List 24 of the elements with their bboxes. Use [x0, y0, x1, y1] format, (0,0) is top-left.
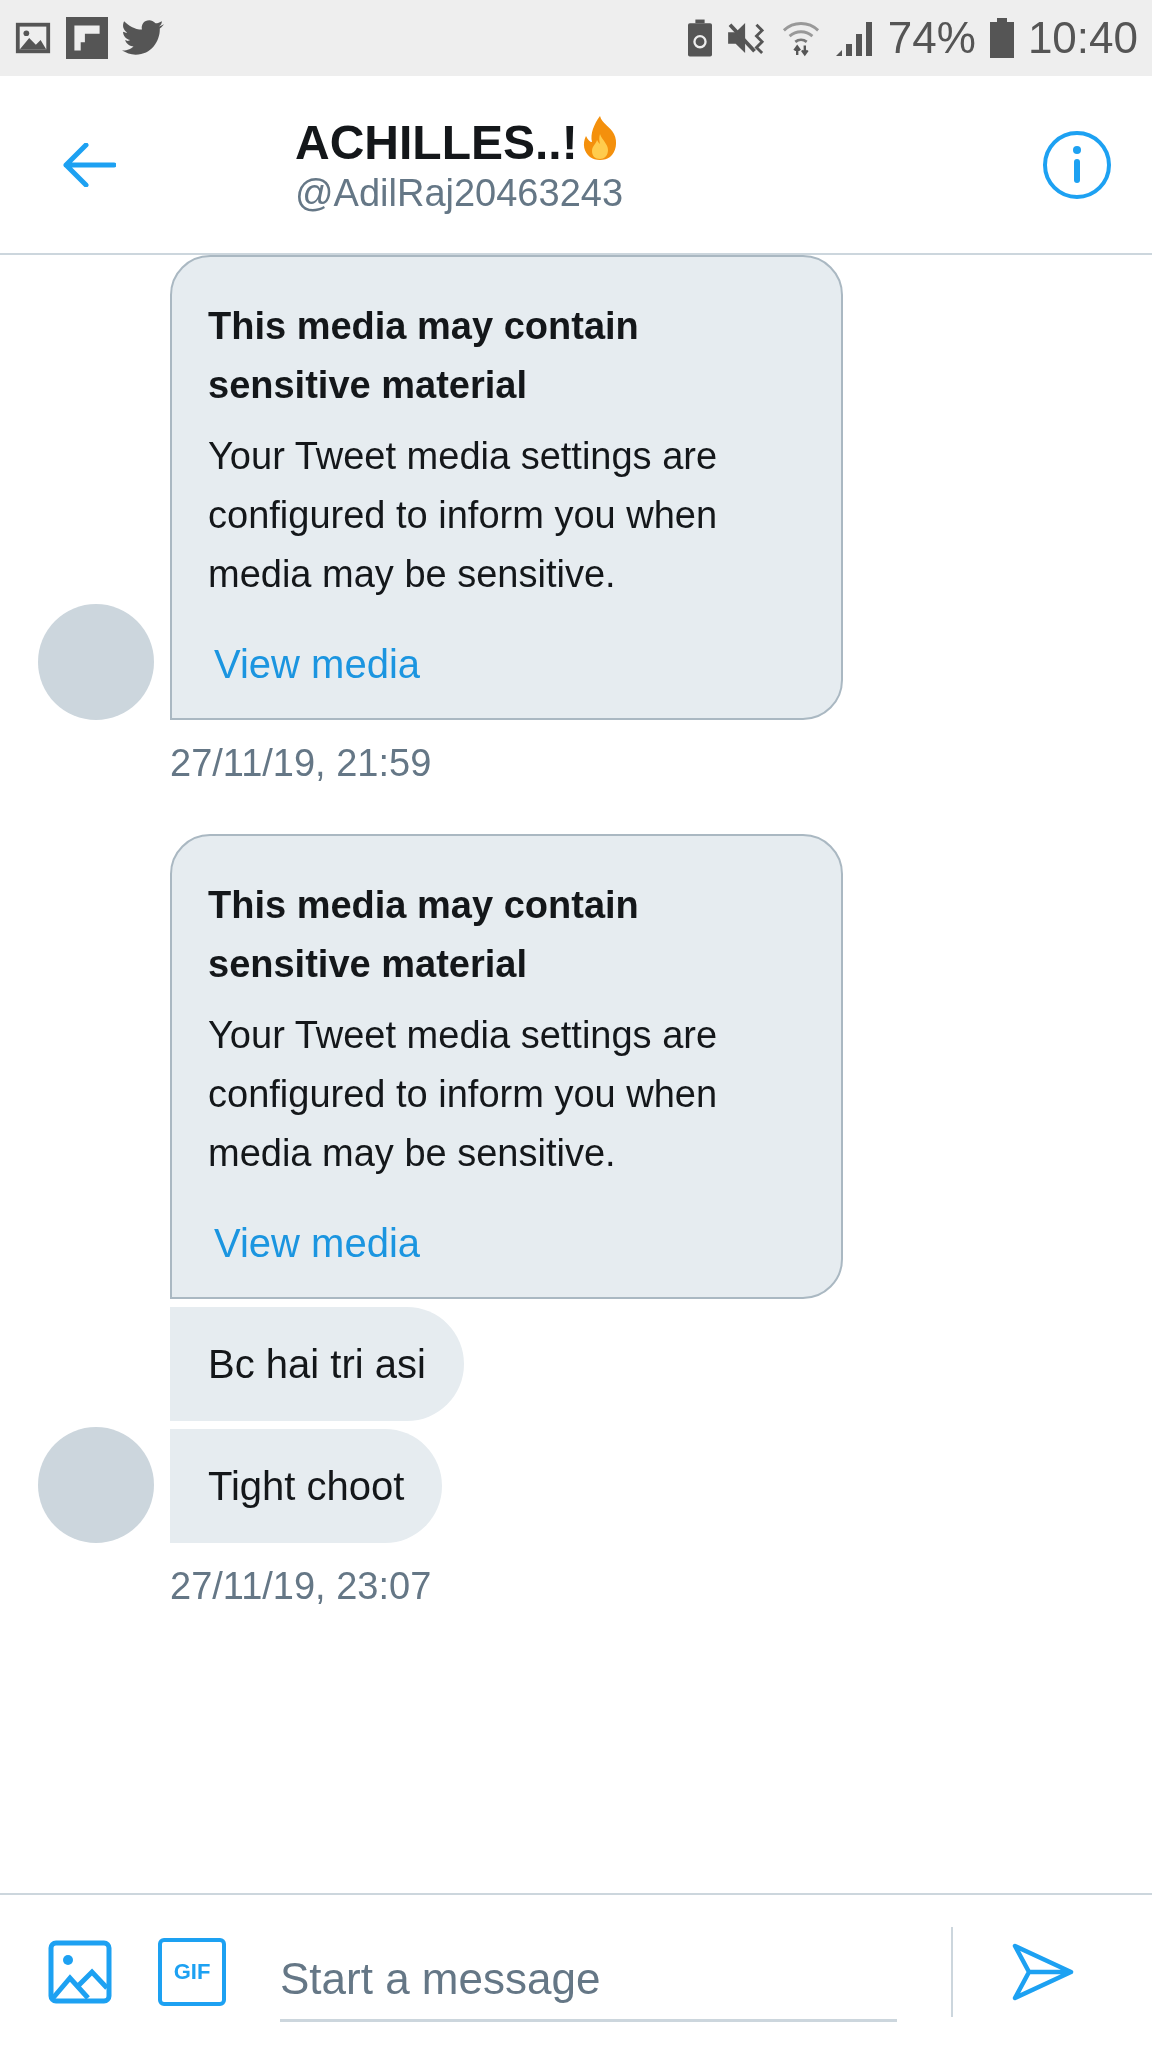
battery-icon	[989, 18, 1014, 58]
message-bubble: Bc hai tri asi	[170, 1307, 464, 1421]
contact-handle: @AdilRaj20463243	[295, 171, 625, 215]
image-icon[interactable]	[48, 1939, 112, 2004]
back-arrow-icon[interactable]	[62, 142, 116, 187]
bird-icon	[122, 20, 164, 56]
info-icon[interactable]	[1042, 129, 1112, 200]
battery-saver-icon	[687, 19, 712, 57]
message-bubble: Tight choot	[170, 1429, 443, 1543]
contact-name: ACHILLES..!	[295, 114, 578, 170]
view-media-link[interactable]: View media	[214, 636, 805, 692]
message-timestamp: 27/11/19, 21:59	[170, 741, 433, 786]
send-icon[interactable]	[1011, 1941, 1075, 2002]
notice-text: Your Tweet media settings are configured to inform you when media may be sensitive.	[208, 434, 719, 597]
message-input[interactable]: Start a message	[280, 1939, 897, 2022]
notice-text: Your Tweet media settings are configured to inform you when media may be sensitive.	[208, 1013, 719, 1176]
wifi-icon	[781, 19, 820, 57]
battery-percent: 74%	[887, 13, 976, 63]
notice-title: This media may contain sensitive material	[208, 883, 640, 987]
gif-button[interactable]: GIF	[158, 1937, 226, 2006]
view-media-link[interactable]: View media	[214, 1215, 805, 1271]
notice-title: This media may contain sensitive material	[208, 304, 640, 408]
clock-time: 10:40	[1027, 13, 1138, 63]
message-timestamp: 27/11/19, 23:07	[170, 1564, 433, 1609]
